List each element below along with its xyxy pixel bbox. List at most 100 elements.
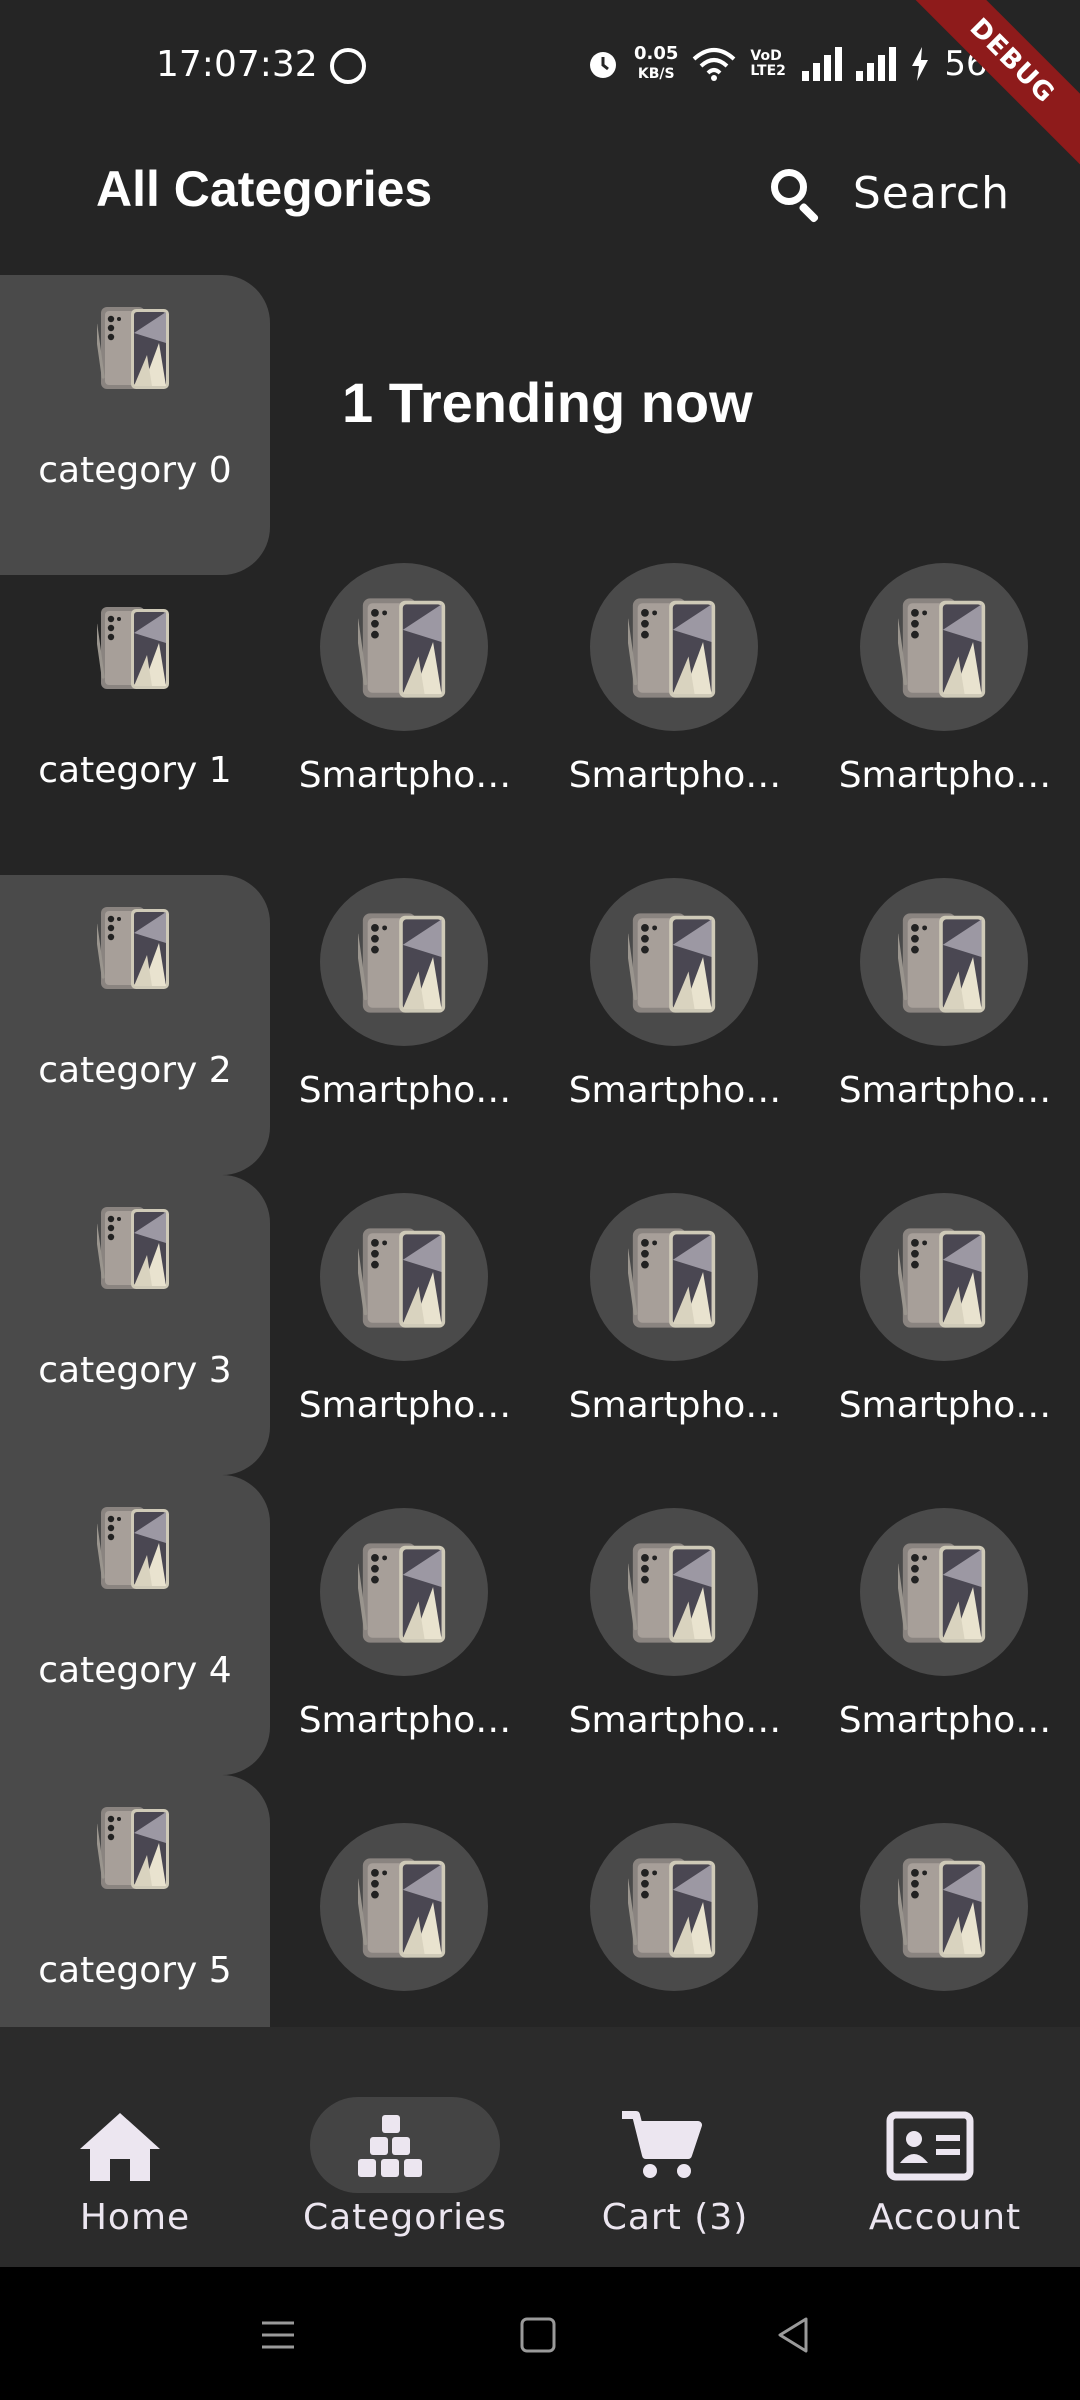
account-card-icon	[886, 2111, 974, 2181]
alarm-icon	[590, 52, 616, 78]
sidebar-item-label: category 5	[38, 1950, 232, 1991]
product-tile[interactable]: Smartpho…	[270, 563, 511, 843]
category-image	[97, 903, 173, 993]
nav-label-home: Home	[79, 2197, 191, 2238]
nav-label-categories: Categories	[302, 2197, 508, 2238]
sidebar-item-category-5[interactable]: category 5	[0, 1775, 270, 2027]
product-image	[898, 1219, 990, 1337]
product-image	[898, 589, 990, 707]
product-name: Smartpho…	[298, 1385, 512, 1426]
category-image	[97, 1203, 173, 1293]
product-tile[interactable]: Smartpho…	[810, 563, 1051, 843]
nav-item-cart[interactable]: Cart (3)	[540, 2067, 780, 2247]
product-name: Smartpho…	[298, 1070, 512, 1111]
product-image	[628, 1849, 720, 1967]
product-image	[898, 1534, 990, 1652]
wifi-icon	[693, 48, 736, 81]
product-thumbnail	[860, 563, 1028, 731]
product-image	[628, 1534, 720, 1652]
product-thumbnail	[320, 563, 488, 731]
product-thumbnail	[590, 1193, 758, 1361]
product-tile[interactable]	[270, 1823, 500, 2027]
product-name: Smartpho…	[568, 1385, 782, 1426]
category-image	[97, 1503, 173, 1593]
product-image	[358, 1219, 450, 1337]
status-bar: 17:07:32 0.05 KB/S VoD LTE2 56% DEBUG	[0, 0, 1080, 171]
product-name: Smartpho…	[568, 755, 782, 796]
product-name: Smartpho…	[298, 755, 512, 796]
product-thumbnail	[860, 1508, 1028, 1676]
category-image	[97, 1803, 173, 1893]
sidebar-item-label: category 4	[38, 1650, 232, 1691]
bottom-navigation: Home Categories Cart (3) Account	[0, 2027, 1080, 2267]
system-navigation-bar	[0, 2267, 1080, 2400]
product-thumbnail	[590, 878, 758, 1046]
product-tile[interactable]	[540, 1823, 770, 2027]
search-button[interactable]: Search	[767, 158, 1010, 228]
product-grid: 1 Trending now Smartpho… Smartpho… Smart…	[270, 275, 1080, 2027]
cart-icon	[622, 2111, 702, 2178]
product-image	[358, 904, 450, 1022]
nav-label-cart: Cart (3)	[601, 2197, 749, 2238]
product-thumbnail	[860, 878, 1028, 1046]
volte-label: VoD LTE2	[750, 48, 786, 79]
product-image	[358, 589, 450, 707]
product-image	[358, 1534, 450, 1652]
product-thumbnail	[590, 1823, 758, 1991]
product-tile[interactable]: Smartpho…	[810, 878, 1051, 1158]
categories-icon	[358, 2115, 422, 2177]
product-thumbnail	[320, 1193, 488, 1361]
signal-icon	[802, 47, 843, 81]
sidebar-item-category-3[interactable]: category 3	[0, 1175, 270, 1475]
product-thumbnail	[320, 1508, 488, 1676]
status-time: 17:07:32	[156, 44, 318, 85]
sidebar-item-label: category 3	[38, 1350, 232, 1391]
product-image	[898, 1849, 990, 1967]
product-tile[interactable]: Smartpho…	[540, 1193, 781, 1473]
sidebar-item-category-1[interactable]: category 1	[0, 575, 270, 875]
nav-item-home[interactable]: Home	[0, 2067, 240, 2247]
back-triangle-icon[interactable]	[766, 2307, 822, 2363]
sidebar-item-category-0[interactable]: category 0	[0, 275, 270, 575]
category-image	[97, 303, 173, 393]
product-thumbnail	[860, 1193, 1028, 1361]
net-speed: 0.05 KB/S	[634, 44, 678, 84]
product-tile[interactable]: Smartpho…	[270, 1193, 511, 1473]
product-tile[interactable]: Smartpho…	[270, 1508, 511, 1788]
product-image	[358, 1849, 450, 1967]
product-image	[628, 589, 720, 707]
nav-item-categories[interactable]: Categories	[270, 2067, 510, 2247]
product-thumbnail	[860, 1823, 1028, 1991]
home-icon	[80, 2113, 160, 2181]
product-tile[interactable]: Smartpho…	[540, 878, 781, 1158]
product-name: Smartpho…	[568, 1700, 782, 1741]
product-thumbnail	[590, 1508, 758, 1676]
product-tile[interactable]: Smartpho…	[540, 1508, 781, 1788]
whatsapp-icon	[330, 48, 366, 84]
product-name: Smartpho…	[838, 1700, 1052, 1741]
section-title: 1 Trending now	[342, 371, 753, 434]
product-tile[interactable]: Smartpho…	[810, 1508, 1051, 1788]
product-tile[interactable]: Smartpho…	[270, 878, 511, 1158]
sidebar-item-label: category 2	[38, 1050, 232, 1091]
menu-icon[interactable]	[250, 2307, 306, 2363]
nav-item-account[interactable]: Account	[810, 2067, 1050, 2247]
sidebar-item-category-4[interactable]: category 4	[0, 1475, 270, 1775]
product-name: Smartpho…	[568, 1070, 782, 1111]
product-tile[interactable]: Smartpho…	[810, 1193, 1051, 1473]
product-name: Smartpho…	[838, 1070, 1052, 1111]
status-icons: 0.05 KB/S VoD LTE2 56%	[586, 44, 1020, 84]
signal-icon-2	[856, 47, 897, 81]
product-tile[interactable]	[810, 1823, 1040, 2027]
product-name: Smartpho…	[838, 1385, 1052, 1426]
app-bar: All Categories Search	[0, 130, 1080, 260]
product-name: Smartpho…	[838, 755, 1052, 796]
net-speed-unit: KB/S	[637, 66, 675, 82]
product-tile[interactable]: Smartpho…	[540, 563, 781, 843]
charging-icon	[912, 47, 929, 81]
sidebar-item-category-2[interactable]: category 2	[0, 875, 270, 1175]
home-square-icon[interactable]	[510, 2307, 566, 2363]
sidebar-item-label: category 0	[38, 450, 232, 491]
net-speed-value: 0.05	[634, 43, 679, 64]
category-sidebar: category 0 category 1 category 2 categor…	[0, 275, 270, 2027]
